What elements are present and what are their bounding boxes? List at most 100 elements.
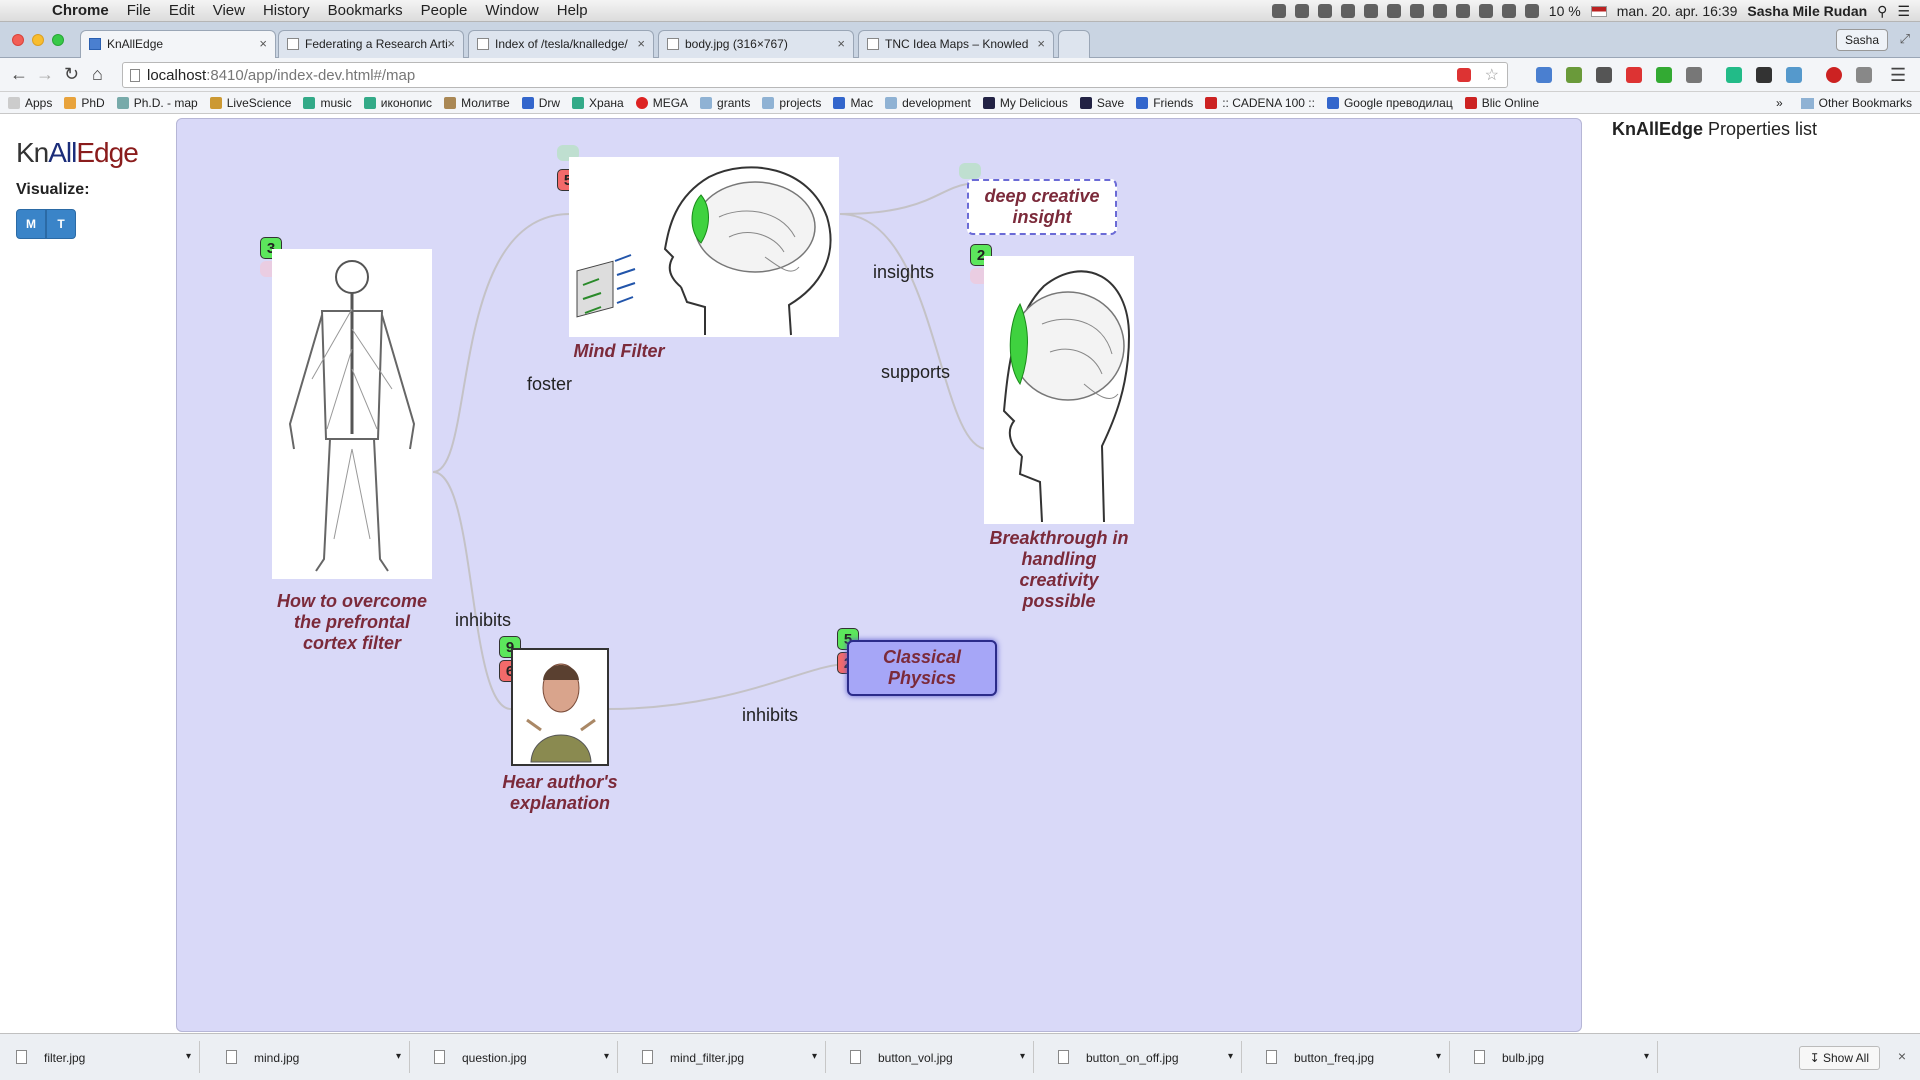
node-label[interactable]: How to overcome the prefrontal cortex fi…: [270, 591, 434, 654]
chevron-down-icon[interactable]: ▾: [604, 1051, 609, 1062]
download-item[interactable]: button_freq.jpg ▾: [1250, 1041, 1450, 1073]
download-item[interactable]: button_vol.jpg ▾: [834, 1041, 1034, 1073]
extension-icon[interactable]: [1786, 67, 1802, 83]
extension-icon[interactable]: [1656, 67, 1672, 83]
flag-icon[interactable]: [1590, 5, 1607, 17]
node-label[interactable]: deep creative insight: [967, 179, 1117, 235]
edge-label-inhibits[interactable]: inhibits: [742, 705, 798, 726]
download-item[interactable]: bulb.jpg ▾: [1458, 1041, 1658, 1073]
menu-file[interactable]: File: [127, 2, 151, 19]
bookmark-phd-map[interactable]: Ph.D. - map: [116, 96, 198, 110]
back-icon[interactable]: ←: [10, 64, 28, 85]
chevron-down-icon[interactable]: ▾: [812, 1051, 817, 1062]
bookmark-hrana[interactable]: Храна: [572, 96, 624, 110]
menu-edit[interactable]: Edit: [169, 2, 195, 19]
download-item[interactable]: question.jpg ▾: [418, 1041, 618, 1073]
chevron-down-icon[interactable]: ▾: [396, 1051, 401, 1062]
visualize-tree-button[interactable]: T: [46, 209, 76, 239]
node-label[interactable]: Classical Physics: [847, 640, 997, 696]
close-tab-icon[interactable]: ×: [1037, 36, 1045, 51]
tray-icon[interactable]: [1386, 4, 1401, 18]
extension-icon[interactable]: [1566, 67, 1582, 83]
home-icon[interactable]: ⌂: [92, 64, 103, 85]
bookmark-mac[interactable]: Mac: [833, 96, 873, 110]
chevron-down-icon[interactable]: ▾: [186, 1051, 191, 1062]
menu-window[interactable]: Window: [485, 2, 538, 19]
edge-foster[interactable]: [432, 213, 571, 473]
edge-insights[interactable]: [839, 183, 968, 215]
tray-icon[interactable]: [1317, 4, 1332, 18]
close-shelf-icon[interactable]: ×: [1898, 1048, 1906, 1064]
tab-tnc-idea-maps[interactable]: TNC Idea Maps – Knowled ×: [858, 30, 1054, 58]
extension-icon[interactable]: [1726, 67, 1742, 83]
bookmark-livescience[interactable]: LiveScience: [209, 96, 291, 110]
edge-label-foster[interactable]: foster: [527, 374, 572, 395]
menu-history[interactable]: History: [263, 2, 310, 19]
bookmark-development[interactable]: development: [885, 96, 971, 110]
menu-bookmarks[interactable]: Bookmarks: [328, 2, 403, 19]
profile-button[interactable]: Sasha: [1835, 29, 1888, 51]
clock[interactable]: man. 20. apr. 16:39: [1617, 3, 1738, 19]
tab-federating[interactable]: Federating a Research Arti ×: [278, 30, 464, 58]
tray-icon[interactable]: [1294, 4, 1309, 18]
tray-icon[interactable]: [1432, 4, 1447, 18]
node-label[interactable]: Mind Filter: [569, 341, 669, 362]
tray-icon[interactable]: [1409, 4, 1424, 18]
bookmark-my-delicious[interactable]: My Delicious: [982, 96, 1068, 110]
spotlight-icon[interactable]: ⚲: [1877, 3, 1887, 20]
bookmark-save[interactable]: Save: [1079, 96, 1124, 110]
download-item[interactable]: mind_filter.jpg ▾: [626, 1041, 826, 1073]
visualize-map-button[interactable]: M: [16, 209, 46, 239]
bookmark-cadena[interactable]: :: CADENA 100 ::: [1205, 96, 1315, 110]
download-item[interactable]: button_on_off.jpg ▾: [1042, 1041, 1242, 1073]
new-tab-button[interactable]: [1058, 30, 1090, 58]
tab-body-jpg[interactable]: body.jpg (316×767) ×: [658, 30, 854, 58]
extension-icon[interactable]: [1756, 67, 1772, 83]
bookmark-apps[interactable]: Apps: [8, 96, 52, 110]
edge-label-insights[interactable]: insights: [873, 262, 934, 283]
tray-icon[interactable]: [1363, 4, 1378, 18]
other-bookmarks[interactable]: » Other Bookmarks: [1776, 96, 1912, 110]
translate-icon[interactable]: [1536, 67, 1552, 83]
tab-index-of[interactable]: Index of /tesla/knalledge/ ×: [468, 30, 654, 58]
bookmark-mega[interactable]: MEGA: [635, 96, 688, 110]
menu-help[interactable]: Help: [557, 2, 588, 19]
edge-supports[interactable]: [839, 213, 988, 450]
download-item[interactable]: mind.jpg ▾: [210, 1041, 410, 1073]
close-window-button[interactable]: [12, 34, 24, 46]
close-tab-icon[interactable]: ×: [837, 36, 845, 51]
bookmark-music[interactable]: music: [303, 96, 352, 110]
notification-center-icon[interactable]: ☰: [1897, 3, 1910, 20]
reload-icon[interactable]: ↻: [64, 64, 79, 85]
bookmark-projects[interactable]: projects: [762, 96, 821, 110]
bookmark-star-icon[interactable]: ☆: [1485, 65, 1499, 85]
node-label[interactable]: Hear author's explanation: [495, 772, 625, 814]
bookmark-ikonopis[interactable]: иконопис: [363, 96, 432, 110]
edge-label-supports[interactable]: supports: [881, 362, 950, 383]
battery-percent[interactable]: 10 %: [1549, 3, 1581, 19]
chrome-menu-icon[interactable]: ☰: [1890, 65, 1906, 86]
tab-knalledge[interactable]: KnAllEdge ×: [80, 30, 276, 58]
menu-view[interactable]: View: [213, 2, 245, 19]
adblock-icon[interactable]: [1457, 68, 1471, 82]
overflow-chevron-icon[interactable]: »: [1776, 96, 1783, 110]
chevron-down-icon[interactable]: ▾: [1228, 1051, 1233, 1062]
volume-icon[interactable]: [1524, 4, 1539, 18]
user-name[interactable]: Sasha Mile Rudan: [1747, 3, 1867, 19]
chevron-down-icon[interactable]: ▾: [1020, 1051, 1025, 1062]
menu-people[interactable]: People: [421, 2, 468, 19]
address-bar[interactable]: localhost:8410/app/index-dev.html#/map ☆: [122, 62, 1508, 88]
download-item[interactable]: filter.jpg ▾: [0, 1041, 200, 1073]
close-tab-icon[interactable]: ×: [447, 36, 455, 51]
menu-app-chrome[interactable]: Chrome: [52, 2, 109, 19]
tray-icon[interactable]: [1340, 4, 1355, 18]
tray-icon[interactable]: [1455, 4, 1470, 18]
tray-icon[interactable]: [1271, 4, 1286, 18]
wifi-icon[interactable]: [1501, 4, 1516, 18]
bookmark-friends[interactable]: Friends: [1136, 96, 1193, 110]
fullscreen-icon[interactable]: ⤢: [1900, 31, 1910, 47]
map-canvas[interactable]: foster insights supports inhibits inhibi…: [176, 118, 1582, 1032]
tray-icon[interactable]: [1478, 4, 1493, 18]
bookmark-molitve[interactable]: Молитве: [444, 96, 510, 110]
close-tab-icon[interactable]: ×: [259, 36, 267, 51]
